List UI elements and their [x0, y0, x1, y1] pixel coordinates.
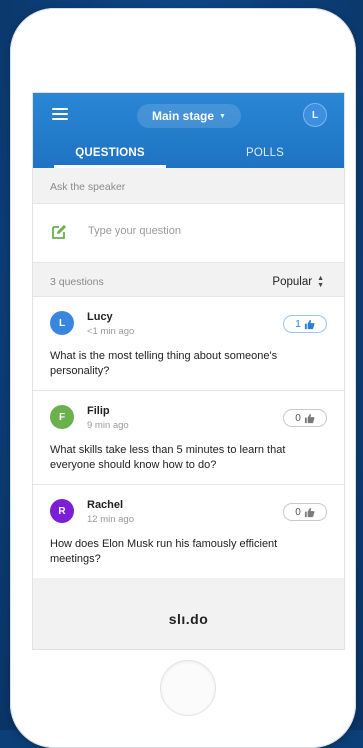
timestamp: 12 min ago: [87, 514, 135, 525]
stage-label: Main stage: [152, 109, 215, 123]
like-button[interactable]: 0: [283, 409, 327, 427]
author-name: Lucy: [87, 311, 113, 323]
avatar: F: [50, 405, 74, 429]
sort-label: Popular: [272, 276, 313, 288]
caret-down-icon: ▼: [219, 112, 226, 120]
ask-question-input[interactable]: Type your question: [33, 203, 344, 263]
timestamp: 9 min ago: [87, 420, 129, 431]
like-button[interactable]: 1: [283, 315, 327, 333]
app-screen: Main stage ▼ L QUESTIONS POLLS Ask the s…: [32, 92, 345, 650]
user-avatar[interactable]: L: [303, 103, 327, 127]
sort-dropdown[interactable]: Popular ▲ ▼: [272, 275, 324, 289]
question-card: R Rachel 12 min ago 0 How does Elon Musk…: [33, 484, 344, 578]
slido-logo: slı.do: [168, 611, 209, 627]
thumbs-up-icon: [304, 507, 315, 517]
timestamp: <1 min ago: [87, 326, 135, 337]
like-button[interactable]: 0: [283, 503, 327, 521]
avatar: R: [50, 499, 74, 523]
like-count: 1: [295, 318, 301, 330]
home-button[interactable]: [160, 660, 216, 716]
question-card: F Filip 9 min ago 0 What skills take les…: [33, 390, 344, 484]
question-text: What skills take less than 5 minutes to …: [50, 444, 286, 471]
ask-placeholder: Type your question: [88, 225, 181, 237]
stage-selector[interactable]: Main stage ▼: [137, 104, 241, 128]
like-count: 0: [295, 412, 301, 424]
thumbs-up-icon: [304, 413, 315, 423]
question-count: 3 questions: [50, 276, 104, 288]
question-text: What is the most telling thing about som…: [50, 350, 278, 377]
tab-polls[interactable]: POLLS: [209, 141, 321, 165]
menu-icon[interactable]: [52, 108, 68, 122]
active-tab-indicator: [54, 165, 166, 168]
author-name: Rachel: [87, 499, 124, 511]
thumbs-up-icon: [304, 319, 315, 329]
like-count: 0: [295, 506, 301, 518]
app-header: Main stage ▼ L QUESTIONS POLLS: [33, 93, 344, 168]
author-name: Filip: [87, 405, 110, 417]
avatar: L: [50, 311, 74, 335]
edit-icon: [52, 225, 66, 239]
question-text: How does Elon Musk run his famously effi…: [50, 538, 278, 565]
sort-caret-icon: ▲ ▼: [317, 275, 324, 289]
ask-section-label: Ask the speaker: [50, 181, 126, 193]
tab-questions[interactable]: QUESTIONS: [54, 141, 166, 165]
question-card: L Lucy <1 min ago 1 What is the most tel…: [33, 296, 344, 390]
